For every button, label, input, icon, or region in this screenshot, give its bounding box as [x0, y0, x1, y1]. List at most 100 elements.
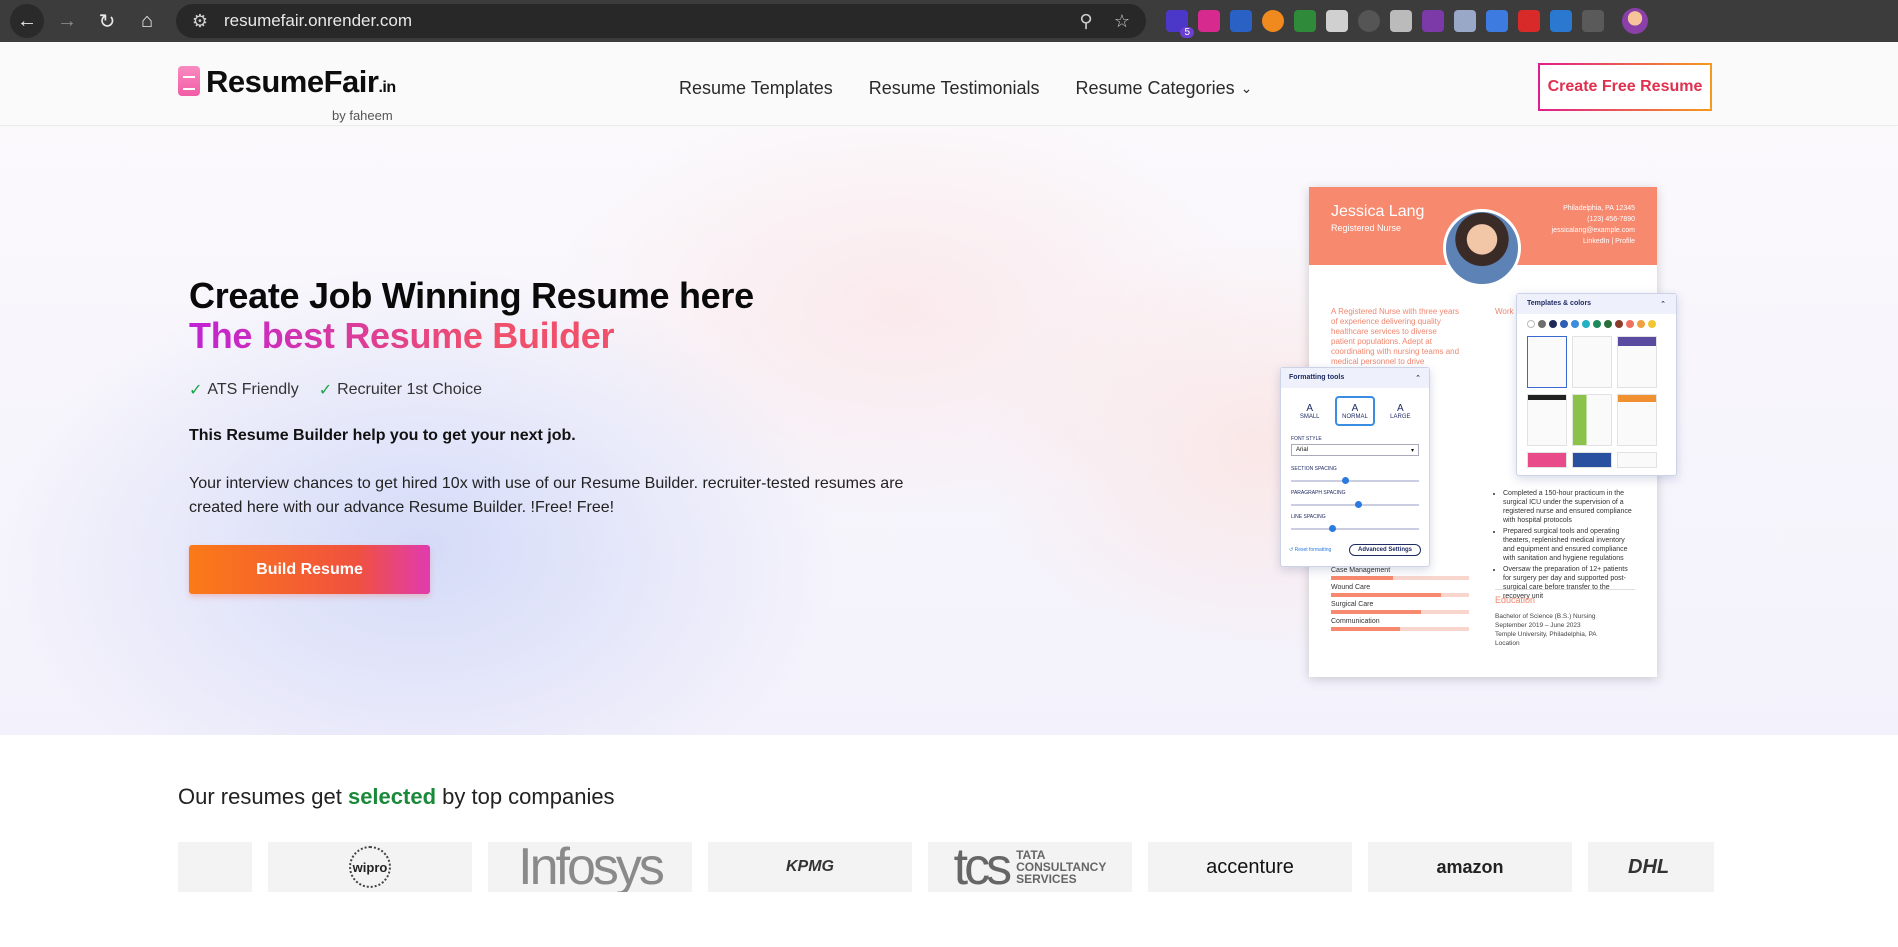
amazon-logo: amazon [1436, 856, 1504, 877]
color-swatch[interactable] [1571, 320, 1579, 328]
kpmg-logo: KPMG [786, 858, 834, 875]
size-large-option[interactable]: A LARGE [1380, 396, 1420, 426]
template-thumb[interactable] [1617, 452, 1657, 468]
logo-tld: .in [378, 79, 396, 96]
extension-save-icon[interactable] [1230, 10, 1252, 32]
advanced-settings-button[interactable]: Advanced Settings [1348, 544, 1421, 556]
badge-ats-friendly: ✓ ATS Friendly [189, 381, 299, 399]
extension-red-icon[interactable] [1518, 10, 1540, 32]
list-item: Prepared surgical tools and operating th… [1503, 527, 1635, 563]
extension-green-icon[interactable] [1294, 10, 1316, 32]
resume-education: Bachelor of Science (B.S.) Nursing Septe… [1495, 613, 1597, 647]
extension-purple-icon[interactable]: 5 [1166, 10, 1194, 38]
zoom-icon[interactable]: ⚲ [1074, 11, 1098, 32]
section-spacing-label: SECTION SPACING [1291, 466, 1337, 472]
paragraph-spacing-slider[interactable] [1291, 501, 1419, 508]
address-bar[interactable]: ⚙ resumefair.onrender.com ⚲ ☆ [176, 4, 1146, 38]
extension-fi-icon[interactable] [1550, 10, 1572, 32]
skill-item: Communication [1331, 618, 1469, 631]
nav-resume-templates[interactable]: Resume Templates [679, 78, 833, 99]
template-thumb[interactable] [1527, 452, 1567, 468]
document-icon [178, 66, 200, 96]
template-thumb[interactable] [1572, 452, 1612, 468]
line-spacing-slider[interactable] [1291, 525, 1419, 532]
font-style-label: FONT STYLE [1291, 436, 1322, 442]
color-swatch[interactable] [1637, 320, 1645, 328]
extension-trash-icon[interactable] [1390, 10, 1412, 32]
extension-circle-icon[interactable] [1358, 10, 1380, 32]
company-logo-card: Infosys [488, 842, 692, 892]
templates-panel-title: Templates & colors [1527, 300, 1592, 307]
extension-download-icon[interactable] [1198, 10, 1220, 32]
extension-eyedropper-icon[interactable] [1326, 10, 1348, 32]
template-thumbnails [1517, 332, 1676, 472]
extension-docs-icon[interactable] [1486, 10, 1508, 32]
skill-item: Wound Care [1331, 584, 1469, 597]
resume-work-title: Work [1495, 307, 1514, 316]
template-thumb[interactable] [1527, 394, 1567, 446]
companies-title: Our resumes get selected by top companie… [178, 784, 615, 809]
skill-item: Case Management [1331, 567, 1469, 580]
chevron-up-icon[interactable]: ⌃ [1415, 374, 1421, 382]
bookmark-star-icon[interactable]: ☆ [1110, 11, 1134, 32]
site-logo[interactable]: ResumeFair.in by faheem [178, 64, 396, 123]
resume-contact: Philadelphia, PA 12345 (123) 456-7890 je… [1551, 205, 1635, 245]
font-style-select[interactable]: Arial ▾ [1291, 444, 1419, 456]
nav-resume-categories[interactable]: Resume Categories ⌄ [1076, 78, 1253, 99]
color-swatch[interactable] [1593, 320, 1601, 328]
size-normal-option[interactable]: A NORMAL [1334, 396, 1375, 426]
color-swatch[interactable] [1527, 320, 1535, 328]
resume-header: Jessica Lang Registered Nurse Philadelph… [1309, 187, 1657, 287]
color-swatch[interactable] [1582, 320, 1590, 328]
nav-resume-testimonials[interactable]: Resume Testimonials [869, 78, 1040, 99]
extension-orange-icon[interactable] [1262, 10, 1284, 32]
site-settings-icon[interactable]: ⚙ [188, 11, 212, 32]
skill-bar [1331, 610, 1469, 614]
companies-title-highlight: selected [347, 784, 437, 809]
skill-bar [1331, 576, 1469, 580]
color-swatch[interactable] [1549, 320, 1557, 328]
company-logo-card: amazon [1368, 842, 1572, 892]
template-thumb[interactable] [1572, 394, 1612, 446]
extension-capture-icon[interactable] [1422, 10, 1444, 32]
template-thumb[interactable] [1617, 336, 1657, 388]
forward-arrow-icon[interactable]: → [50, 4, 84, 38]
color-swatch[interactable] [1648, 320, 1656, 328]
color-swatch[interactable] [1615, 320, 1623, 328]
extensions-puzzle-icon[interactable] [1582, 10, 1604, 32]
back-arrow-icon[interactable]: ← [10, 4, 44, 38]
badge-recruiter-choice: ✓ Recruiter 1st Choice [318, 381, 483, 399]
company-logo-card: wipro [268, 842, 472, 892]
resume-bullets: Completed a 150-hour practicum in the su… [1495, 489, 1635, 603]
browser-toolbar: ← → ↻ ⌂ ⚙ resumefair.onrender.com ⚲ ☆ 5 [0, 0, 1898, 42]
hero-title: Create Job Winning Resume here [189, 275, 754, 316]
template-thumb[interactable] [1572, 336, 1612, 388]
color-swatch[interactable] [1604, 320, 1612, 328]
build-resume-button[interactable]: Build Resume [189, 545, 430, 594]
hero-section: Create Job Winning Resume here The best … [0, 127, 1898, 735]
paragraph-spacing-label: PARAGRAPH SPACING [1291, 490, 1346, 496]
template-thumb[interactable] [1617, 394, 1657, 446]
size-small-option[interactable]: A SMALL [1290, 396, 1330, 426]
color-swatch[interactable] [1626, 320, 1634, 328]
create-free-resume-button[interactable]: Create Free Resume [1538, 63, 1712, 111]
resume-role: Registered Nurse [1331, 223, 1402, 233]
reload-icon[interactable]: ↻ [90, 4, 124, 38]
extension-shield-icon[interactable] [1454, 10, 1476, 32]
hero-body: Your interview chances to get hired 10x … [189, 475, 904, 516]
company-logo-card: accenture [1148, 842, 1352, 892]
color-swatch[interactable] [1538, 320, 1546, 328]
color-swatch[interactable] [1560, 320, 1568, 328]
check-icon: ✓ [189, 382, 203, 399]
section-spacing-slider[interactable] [1291, 477, 1419, 484]
chevron-up-icon[interactable]: ⌃ [1660, 300, 1666, 308]
home-icon[interactable]: ⌂ [130, 4, 164, 38]
skill-bar [1331, 593, 1469, 597]
feature-badges: ✓ ATS Friendly ✓ Recruiter 1st Choice [189, 380, 482, 400]
url-text[interactable]: resumefair.onrender.com [224, 11, 1062, 31]
logo-byline: by faheem [332, 108, 393, 123]
template-thumb[interactable] [1527, 336, 1567, 388]
reset-formatting-link[interactable]: ↺ Reset formatting [1289, 547, 1331, 553]
hero-lead: This Resume Builder help you to get your… [189, 427, 576, 444]
profile-avatar[interactable] [1622, 8, 1648, 34]
